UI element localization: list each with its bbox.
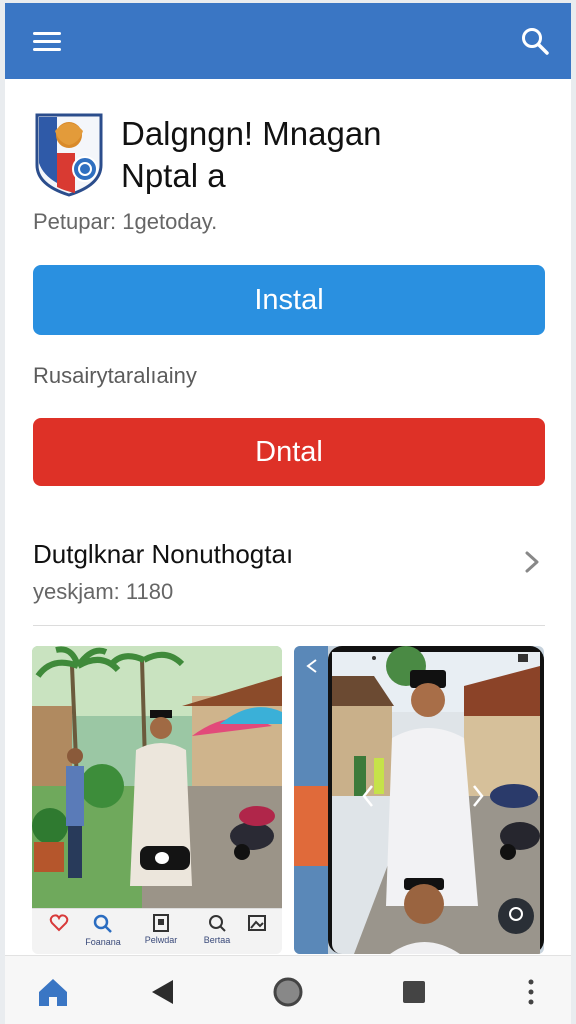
app-publisher: Petupar: 1getoday. <box>33 209 218 234</box>
magnifier-icon <box>209 915 226 932</box>
mini-doc-tab: Pelwdar <box>136 913 186 953</box>
mini-heart-tab <box>34 913 84 953</box>
app-title-line-1: Dalgngn! Mnagan <box>121 115 382 152</box>
details-section-row[interactable]: Dutglknar Nonuthogtaı yeskjam: 1180 <box>33 533 545 613</box>
nav-home-button[interactable] <box>33 972 73 1012</box>
mini-tab-label-1: Foanana <box>85 937 121 947</box>
screenshot-photo-1 <box>32 646 282 908</box>
mini-tab-label-2: Pelwdar <box>144 935 178 945</box>
search-icon <box>522 28 549 55</box>
screenshot-thumbnail-1[interactable]: Foanana Pelwdar Bertaa <box>32 646 282 954</box>
app-title: Dalgngn! Mnagan Nptal a <box>121 113 541 197</box>
nav-recents-button[interactable] <box>394 972 434 1012</box>
search-icon <box>93 914 112 933</box>
uninstall-button[interactable]: Dntal <box>33 418 545 486</box>
section-title: Dutglknar Nonuthogtaı <box>33 539 294 569</box>
screenshot-photo-2 <box>294 646 544 954</box>
mini-image-tab <box>232 913 282 953</box>
bottom-navigation-bar <box>5 955 571 1024</box>
section-divider <box>33 625 545 626</box>
mini-search-tab: Foanana <box>78 913 128 953</box>
shield-emblem-icon <box>35 113 103 197</box>
top-app-bar <box>5 3 571 79</box>
document-icon <box>153 914 169 932</box>
install-button[interactable]: Instal <box>33 265 545 335</box>
chevron-right-icon <box>525 551 539 573</box>
section-meta: yeskjam: 1180 <box>33 579 174 604</box>
nav-more-button[interactable] <box>511 972 551 1012</box>
nav-circle-home-button[interactable] <box>268 972 308 1012</box>
more-vertical-icon <box>528 979 534 1005</box>
hamburger-icon <box>33 32 61 35</box>
nav-back-button[interactable] <box>143 972 183 1012</box>
back-icon <box>152 980 173 1004</box>
image-icon <box>248 915 266 931</box>
menu-button[interactable] <box>31 27 65 55</box>
screenshot-1-tabbar: Foanana Pelwdar Bertaa <box>32 908 282 954</box>
app-info-text: Rusairytaralıainy <box>33 363 197 388</box>
home-icon <box>39 979 67 1006</box>
app-icon <box>35 113 103 197</box>
square-recents-icon <box>403 981 425 1003</box>
device-frame: Dalgngn! Mnagan Nptal a Petupar: 1getoda… <box>0 0 576 1024</box>
search-button[interactable] <box>519 25 551 57</box>
circle-home-icon <box>273 977 303 1007</box>
screenshot-thumbnail-2[interactable] <box>294 646 544 954</box>
heart-icon <box>49 914 69 932</box>
app-title-line-2: Nptal a <box>121 157 226 194</box>
app-screen: Dalgngn! Mnagan Nptal a Petupar: 1getoda… <box>5 3 571 1024</box>
